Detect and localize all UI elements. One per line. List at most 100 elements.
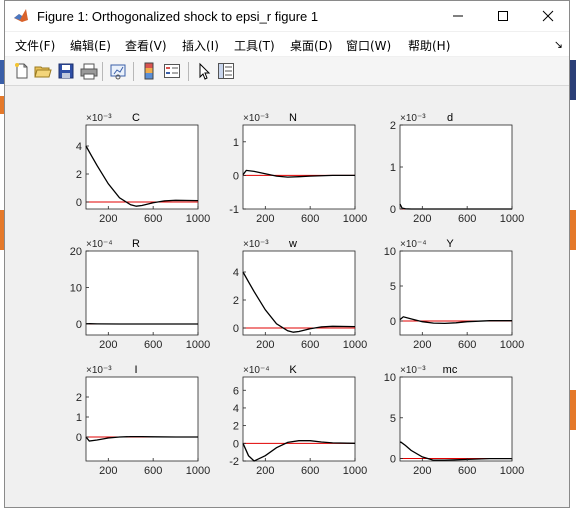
toolbar-separator <box>188 62 189 81</box>
open-file-icon[interactable] <box>34 62 52 80</box>
maximize-button[interactable] <box>480 1 525 31</box>
minimize-button[interactable] <box>435 1 480 31</box>
subplot-I[interactable]: 200 600 1000 0 1 2 ×10⁻³ I <box>76 364 210 477</box>
exponent-label: ×10⁻³ <box>86 365 112 376</box>
exponent-label: ×10⁻⁴ <box>400 239 427 250</box>
axes-box <box>242 250 356 336</box>
y-tick-label: 5 <box>390 281 396 293</box>
edit-plot-arrow-icon[interactable] <box>195 62 213 80</box>
x-tick-label: 200 <box>99 339 117 351</box>
exponent-label: ×10⁻³ <box>86 113 112 124</box>
exponent-label: ×10⁻³ <box>400 113 426 124</box>
close-button[interactable] <box>525 1 570 31</box>
y-tick-label: 4 <box>233 403 239 415</box>
subplot-w[interactable]: 200 600 1000 0 2 4 ×10⁻³ w <box>233 238 367 351</box>
y-tick-label: 0 <box>390 316 396 328</box>
x-tick-label: 600 <box>458 465 476 477</box>
toolbar <box>5 57 569 86</box>
exponent-label: ×10⁻³ <box>243 239 269 250</box>
axes-box <box>242 376 356 462</box>
y-tick-label: 4 <box>76 141 82 153</box>
x-tick-label: 1000 <box>500 213 524 225</box>
maximize-icon <box>497 11 508 21</box>
menu-view[interactable]: 查看(V) <box>125 37 167 54</box>
subplot-title: mc <box>443 364 458 376</box>
toolbar-separator <box>133 62 134 81</box>
menu-edit[interactable]: 编辑(E) <box>70 37 111 54</box>
subplot-title: N <box>289 112 297 124</box>
subplot-d[interactable]: 200 600 1000 0 1 2 ×10⁻³ d <box>390 112 524 225</box>
subplot-N[interactable]: 200 600 1000 -1 0 1 ×10⁻³ N <box>229 112 367 225</box>
x-tick-label: 600 <box>301 465 319 477</box>
x-tick-label: 1000 <box>500 465 524 477</box>
y-tick-label: 2 <box>233 421 239 433</box>
x-tick-label: 1000 <box>343 213 367 225</box>
y-tick-label: 0 <box>390 204 396 216</box>
x-tick-label: 200 <box>99 465 117 477</box>
x-tick-label: 1000 <box>343 339 367 351</box>
x-tick-label: 600 <box>144 465 162 477</box>
y-tick-label: 0 <box>233 170 239 182</box>
menu-file[interactable]: 文件(F) <box>15 37 55 54</box>
y-tick-label: 5 <box>390 413 396 425</box>
y-tick-label: 2 <box>76 392 82 404</box>
x-tick-label: 1000 <box>500 339 524 351</box>
menu-desktop[interactable]: 桌面(D) <box>290 37 333 54</box>
x-tick-label: 200 <box>99 213 117 225</box>
window-title: Figure 1: Orthogonalized shock to epsi_r… <box>37 9 319 24</box>
menu-insert[interactable]: 插入(I) <box>182 37 219 54</box>
new-figure-icon[interactable] <box>13 62 31 80</box>
subplot-mc[interactable]: 200 600 1000 0 5 10 ×10⁻³ mc <box>384 364 524 477</box>
print-icon[interactable] <box>80 62 98 80</box>
x-tick-label: 200 <box>413 339 431 351</box>
subplot-C[interactable]: 200 600 1000 0 2 4 ×10⁻³ C <box>76 112 210 225</box>
y-tick-label: 2 <box>76 169 82 181</box>
subplot-title: R <box>132 238 140 250</box>
subplot-title: I <box>134 364 137 376</box>
save-icon[interactable] <box>57 62 75 80</box>
x-tick-label: 600 <box>301 213 319 225</box>
title-bar[interactable]: Figure 1: Orthogonalized shock to epsi_r… <box>5 1 569 31</box>
y-tick-label: 1 <box>76 412 82 424</box>
subplot-title: w <box>288 238 297 250</box>
subplot-title: Y <box>446 238 454 250</box>
x-tick-label: 1000 <box>343 465 367 477</box>
y-tick-label: 6 <box>233 385 239 397</box>
x-tick-label: 600 <box>301 339 319 351</box>
y-tick-label: 10 <box>70 283 82 295</box>
menu-bar: 文件(F) 编辑(E) 查看(V) 插入(I) 工具(T) 桌面(D) 窗口(W… <box>5 32 569 56</box>
axes-box <box>399 124 513 210</box>
menu-tools[interactable]: 工具(T) <box>234 37 275 54</box>
y-tick-label: 0 <box>76 319 82 331</box>
x-tick-label: 600 <box>458 213 476 225</box>
subplot-K[interactable]: 200 600 1000 -2 0 2 4 6 ×10⁻⁴ K <box>229 364 367 477</box>
subplot-R[interactable]: 200 600 1000 0 10 20 ×10⁻⁴ R <box>70 238 210 351</box>
figure-canvas[interactable]: 200 600 1000 0 2 4 ×10⁻³ C 200 600 1000 -1 0 1 ×10⁻³ N 2… <box>10 87 560 497</box>
menu-window[interactable]: 窗口(W) <box>346 37 391 54</box>
insert-colorbar-icon[interactable] <box>140 62 158 80</box>
axes-box <box>399 376 513 462</box>
exponent-label: ×10⁻³ <box>400 365 426 376</box>
exponent-label: ×10⁻³ <box>243 113 269 124</box>
y-tick-label: 1 <box>233 137 239 149</box>
y-tick-label: 0 <box>390 454 396 466</box>
x-tick-label: 600 <box>458 339 476 351</box>
link-plot-icon[interactable] <box>109 62 127 80</box>
insert-legend-icon[interactable] <box>163 62 181 80</box>
menu-help[interactable]: 帮助(H) <box>408 37 450 54</box>
axes-box <box>85 250 199 336</box>
axes-box <box>85 124 199 210</box>
minimize-icon <box>452 15 463 17</box>
dock-figure-icon[interactable]: ↘ <box>554 38 563 51</box>
x-tick-label: 600 <box>144 213 162 225</box>
y-tick-label: 4 <box>233 267 239 279</box>
property-editor-icon[interactable] <box>217 62 235 80</box>
axes-box <box>85 376 199 462</box>
y-tick-label: 0 <box>233 323 239 335</box>
close-icon <box>542 10 553 22</box>
subplot-Y[interactable]: 200 600 1000 0 5 10 ×10⁻⁴ Y <box>384 238 524 351</box>
exponent-label: ×10⁻⁴ <box>243 365 270 376</box>
y-tick-label: 2 <box>233 295 239 307</box>
subplot-title: K <box>289 364 297 376</box>
figure-window: Figure 1: Orthogonalized shock to epsi_r… <box>4 0 570 508</box>
